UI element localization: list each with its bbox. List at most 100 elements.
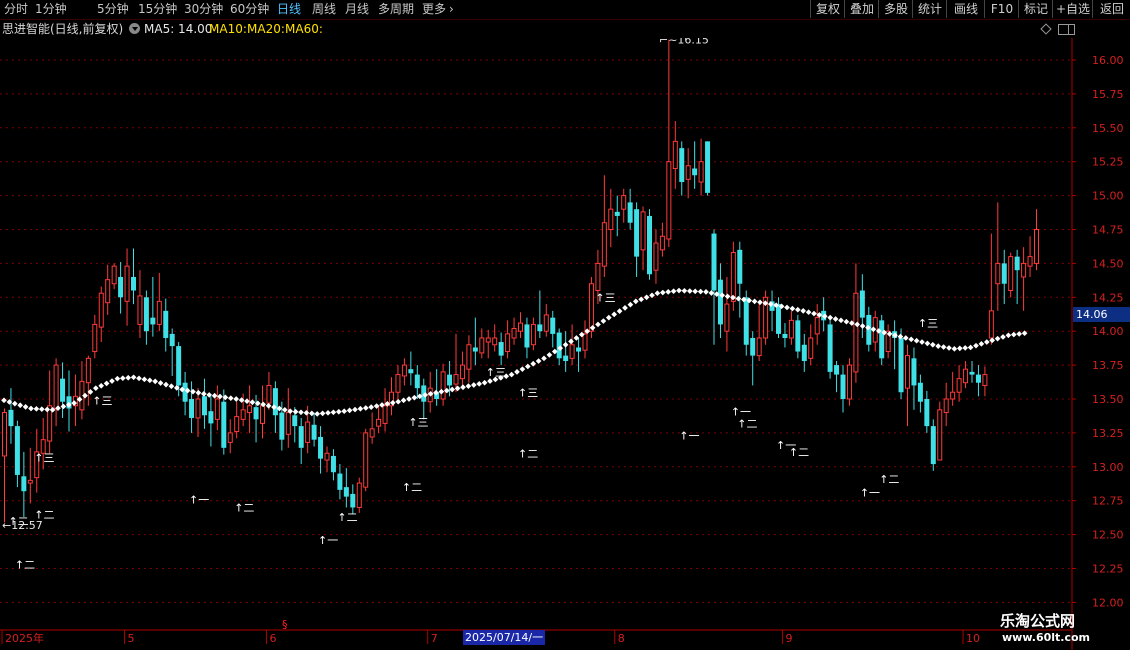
kline-chart[interactable]: 12.00 12.25 12.50 12.75 13.00 13.25 13.50 13.75… bbox=[0, 38, 1130, 650]
signal-label: ↑三 bbox=[34, 451, 54, 464]
back-button[interactable]: 返回 bbox=[1092, 0, 1130, 18]
candle-body bbox=[595, 262, 601, 292]
candle-body bbox=[505, 333, 511, 353]
stock-title: 思进智能(日线,前复权) bbox=[2, 22, 124, 36]
candle-body bbox=[1034, 229, 1039, 264]
candle-body bbox=[447, 374, 453, 386]
candle-body bbox=[724, 303, 730, 332]
candle-body bbox=[866, 314, 872, 345]
signal-dot bbox=[827, 314, 834, 321]
candle-body bbox=[808, 337, 814, 359]
candle-body bbox=[1027, 256, 1033, 267]
multi-stock-button[interactable]: 多股 bbox=[878, 0, 913, 18]
x-tick-label: 6 bbox=[269, 632, 276, 645]
signal-label: ↑一 bbox=[860, 487, 880, 500]
candle-body bbox=[685, 165, 691, 180]
candle-body bbox=[879, 320, 885, 359]
candle-body bbox=[498, 342, 504, 356]
candle-body bbox=[614, 211, 620, 216]
signal-dot bbox=[1005, 332, 1012, 339]
candle-body bbox=[776, 304, 781, 334]
signal-dot bbox=[800, 308, 807, 314]
panel-icon[interactable] bbox=[1068, 24, 1075, 35]
candle-body bbox=[279, 412, 285, 440]
signal-dot bbox=[751, 298, 758, 305]
candle-body bbox=[253, 407, 259, 420]
signal-dot bbox=[632, 298, 639, 305]
stats-button[interactable]: 统计 bbox=[912, 0, 947, 18]
signal-label: ↑三 bbox=[486, 366, 506, 379]
low-price-label: ←12.57 bbox=[2, 519, 43, 532]
overlay-button[interactable]: 叠加 bbox=[844, 0, 879, 18]
candle-body bbox=[982, 374, 988, 386]
signal-dot bbox=[157, 380, 164, 386]
tab-60min[interactable]: 60分钟 bbox=[230, 1, 269, 17]
x-tick-label: 5 bbox=[128, 632, 135, 645]
candle-body bbox=[975, 374, 981, 383]
tab-5min[interactable]: 5分钟 bbox=[97, 1, 129, 17]
y-tick-label: 15.50 bbox=[1092, 122, 1124, 135]
signal-label: ↑三 bbox=[92, 394, 112, 407]
fuquan-button[interactable]: 复权 bbox=[810, 0, 845, 18]
signal-dot bbox=[832, 316, 839, 322]
candle-body bbox=[995, 262, 1001, 285]
signal-label: ↑三 bbox=[518, 386, 538, 399]
draw-line-button[interactable]: 画线 bbox=[946, 0, 985, 18]
chevron-right-icon[interactable]: › bbox=[449, 1, 454, 17]
candle-body bbox=[169, 333, 175, 347]
signal-dot bbox=[325, 410, 331, 416]
signal-dot bbox=[449, 386, 456, 393]
candle-body bbox=[195, 398, 201, 419]
tab-multi-period[interactable]: 多周期 bbox=[378, 1, 414, 17]
candle-body bbox=[788, 319, 794, 339]
candle-body bbox=[143, 297, 149, 332]
signal-dot bbox=[319, 410, 326, 417]
x-tick-label: 10 bbox=[966, 632, 980, 645]
candle-body bbox=[414, 374, 420, 389]
tab-15min[interactable]: 15分钟 bbox=[138, 1, 177, 17]
tab-fenshi[interactable]: 分时 bbox=[4, 1, 28, 17]
ma60-value: MA60: bbox=[285, 22, 323, 36]
candle-body bbox=[234, 416, 240, 433]
y-tick-label: 14.00 bbox=[1092, 325, 1124, 338]
candle-body bbox=[376, 418, 382, 427]
signal-dot bbox=[784, 304, 790, 311]
diamond-icon[interactable] bbox=[1040, 23, 1052, 35]
candle-body bbox=[743, 297, 749, 345]
signal-dot bbox=[465, 383, 472, 389]
candle-body bbox=[601, 222, 607, 267]
f10-button[interactable]: F10 bbox=[984, 0, 1019, 18]
candle-body bbox=[111, 265, 117, 285]
signal-dot bbox=[600, 318, 607, 324]
candle-body bbox=[834, 365, 840, 375]
signal-dot bbox=[735, 295, 742, 302]
candle-body bbox=[717, 279, 723, 325]
signal-dot bbox=[17, 402, 24, 409]
candle-body bbox=[118, 276, 124, 298]
tab-daily[interactable]: 日线 bbox=[277, 1, 301, 17]
candle-body bbox=[156, 300, 162, 325]
dropdown-circle-icon[interactable] bbox=[129, 23, 140, 34]
signal-dot bbox=[303, 410, 310, 416]
candle-body bbox=[969, 371, 975, 375]
signal-dot bbox=[195, 389, 202, 396]
tab-more[interactable]: 更多 bbox=[422, 1, 446, 17]
signal-dot bbox=[136, 375, 142, 382]
candle-body bbox=[859, 290, 865, 318]
mark-button[interactable]: 标记 bbox=[1018, 0, 1053, 18]
tab-1min[interactable]: 1分钟 bbox=[35, 1, 67, 17]
add-watchlist-button[interactable]: +自选 bbox=[1052, 0, 1093, 18]
candle-body bbox=[737, 249, 743, 284]
candle-body bbox=[298, 426, 304, 448]
signal-dot bbox=[686, 288, 693, 294]
tab-monthly[interactable]: 月线 bbox=[345, 1, 369, 17]
signal-label: ↑二 bbox=[15, 559, 35, 572]
signal-dot bbox=[152, 378, 159, 385]
signal-dot bbox=[244, 398, 250, 404]
candle-body bbox=[963, 368, 969, 384]
signal-dot bbox=[60, 403, 67, 410]
tab-weekly[interactable]: 周线 bbox=[312, 1, 336, 17]
signal-dot bbox=[595, 321, 601, 328]
signal-dot bbox=[541, 355, 547, 362]
tab-30min[interactable]: 30分钟 bbox=[184, 1, 223, 17]
